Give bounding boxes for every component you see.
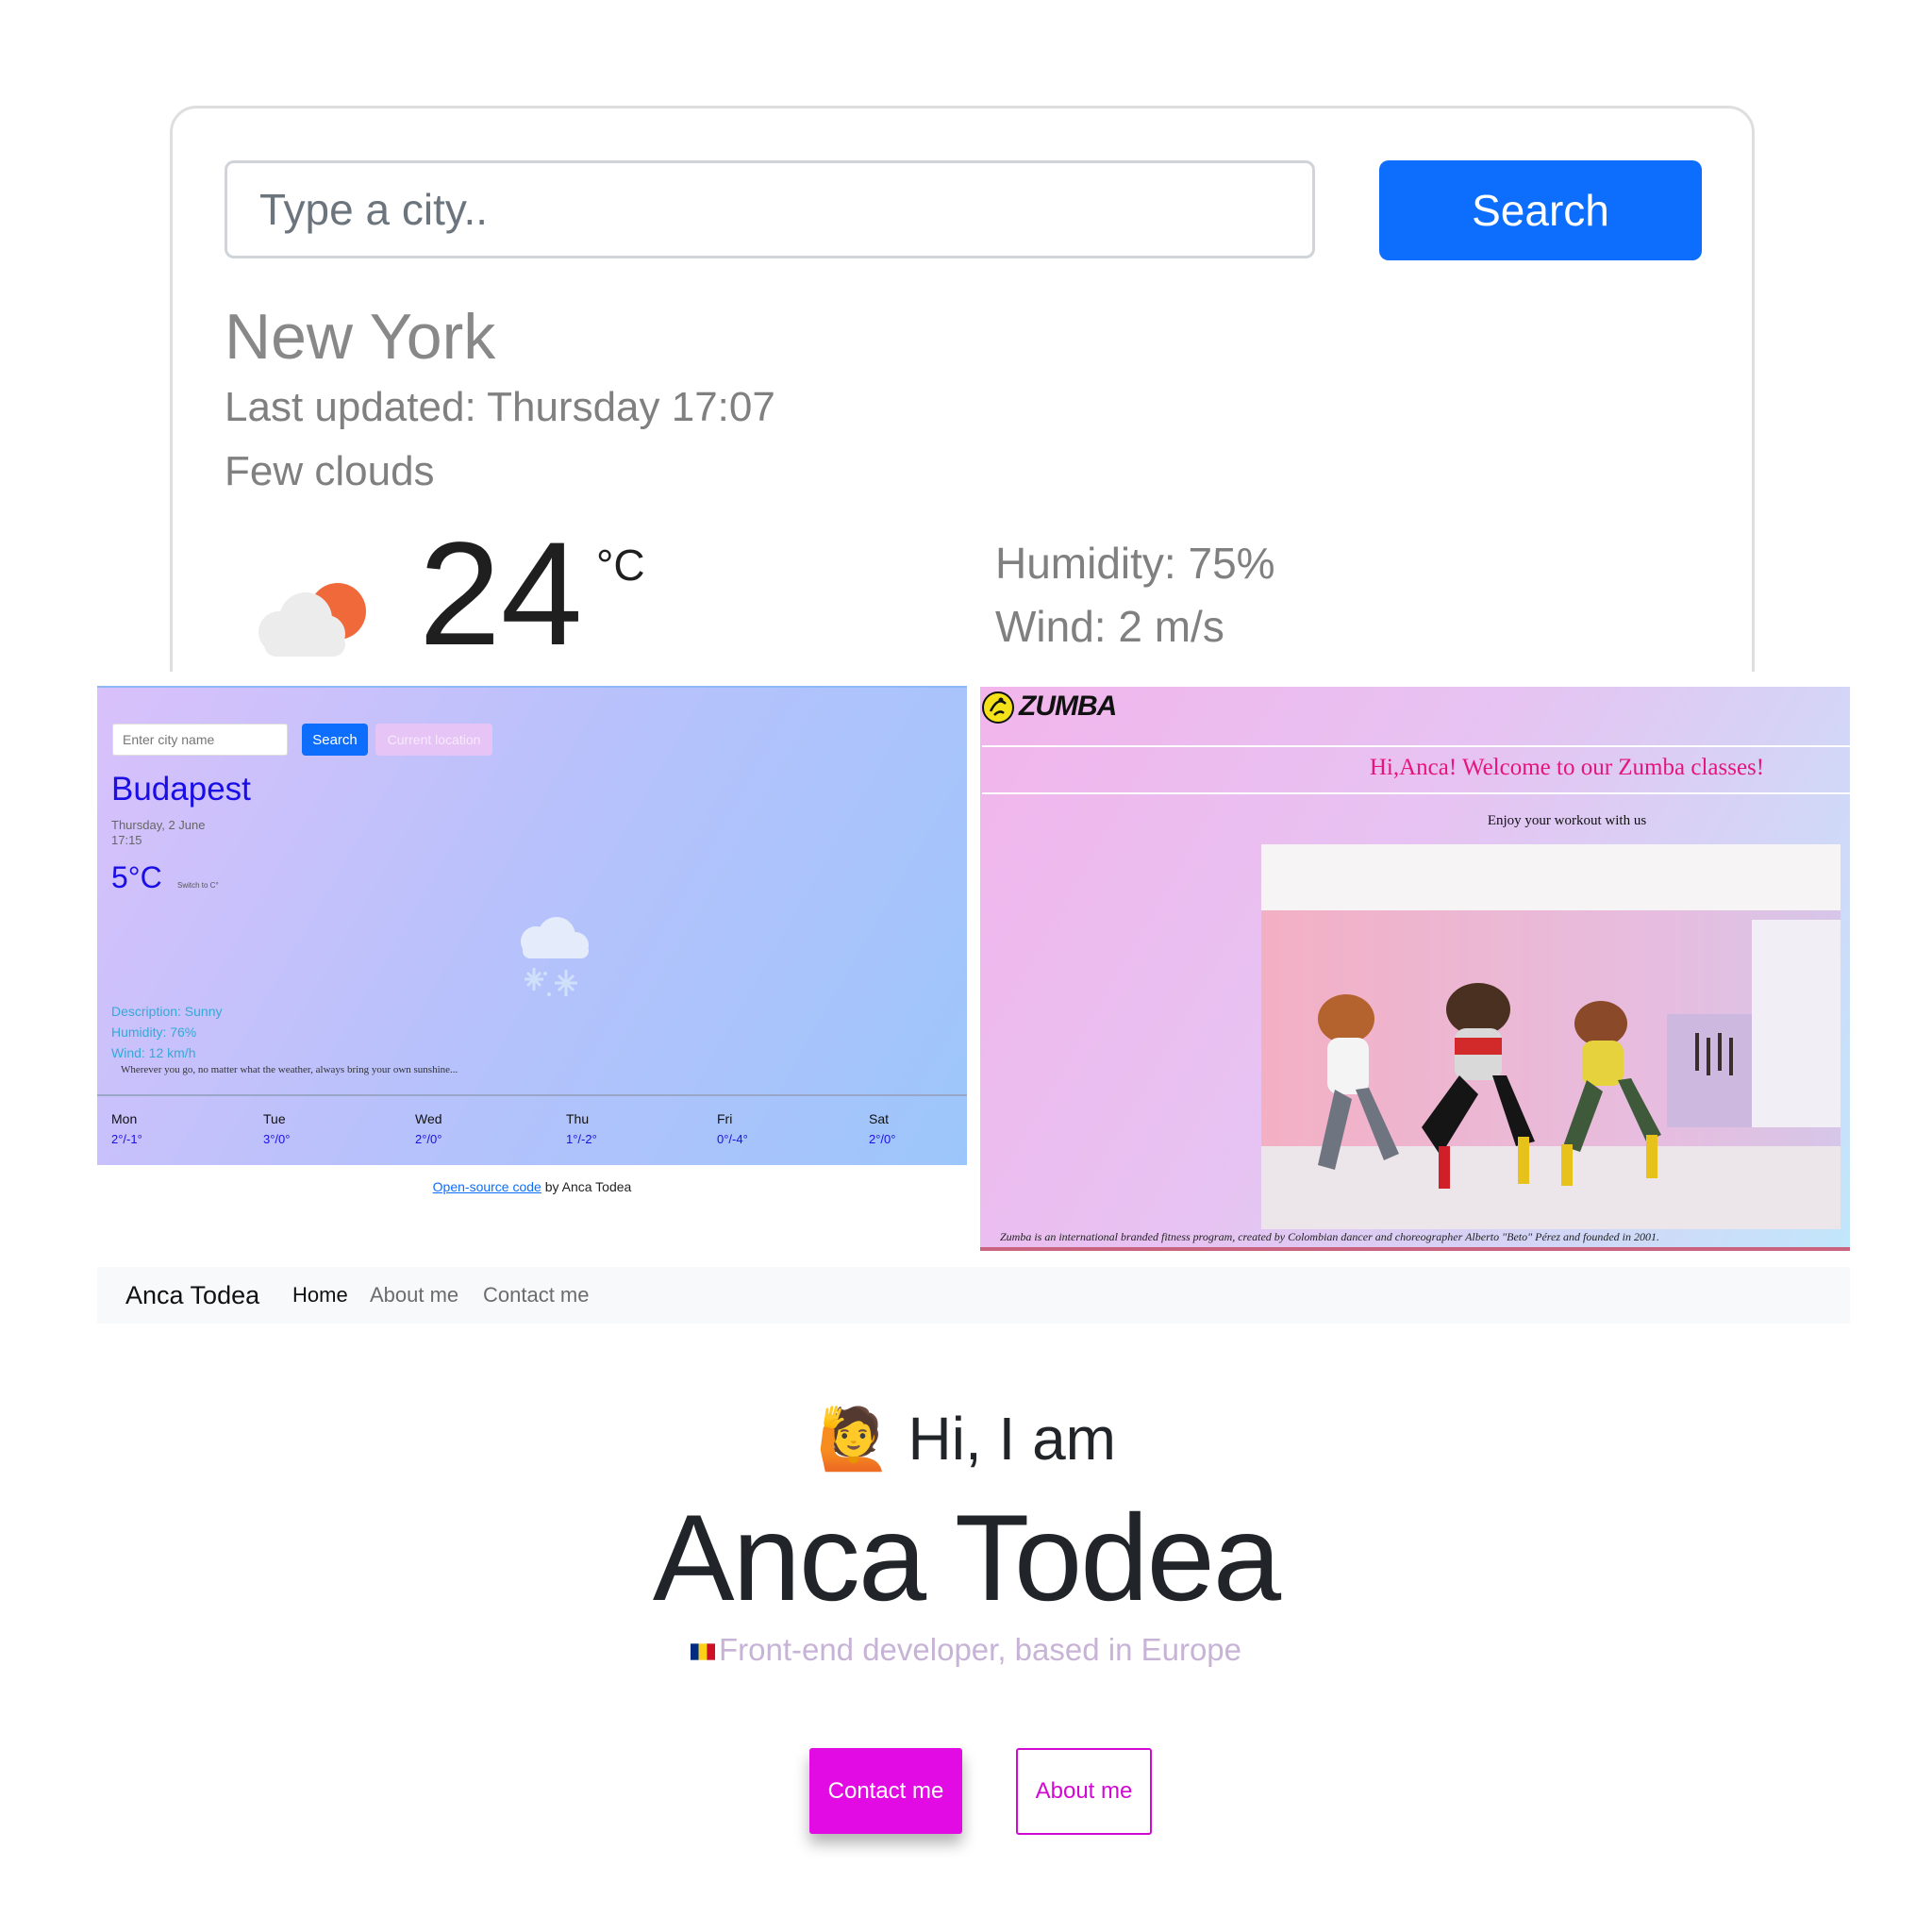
- snow-cloud-icon: [521, 917, 589, 996]
- contact-me-button[interactable]: Contact me: [809, 1748, 962, 1834]
- raising-hand-icon: 🙋: [816, 1405, 891, 1473]
- forecast-temp: 2°/-1°: [111, 1132, 142, 1146]
- partly-cloudy-icon: [258, 583, 366, 657]
- zumba-welcome: Hi,Anca! Welcome to our Zumba classes!: [1369, 755, 1765, 780]
- zumba-enjoy-text: Enjoy your workout with us: [1487, 813, 1647, 828]
- switch-unit-link[interactable]: Switch to C°: [177, 881, 219, 890]
- zumba-logo-icon: [982, 691, 1014, 724]
- forecast-divider: [97, 1094, 967, 1096]
- subtitle-text: Front-end developer, based in Europe: [718, 1632, 1242, 1667]
- forecast-day: Wed: [415, 1111, 442, 1126]
- about-me-button[interactable]: About me: [1016, 1748, 1152, 1835]
- budapest-quote: Wherever you go, no matter what the weat…: [121, 1064, 458, 1075]
- budapest-temperature: 5°C: [111, 860, 162, 894]
- navbar: [97, 1267, 1850, 1324]
- hero-subtitle: Front-end developer, based in Europe: [0, 1632, 1932, 1668]
- hero-name: Anca Todea: [652, 1489, 1281, 1626]
- forecast-temp: 2°/0°: [869, 1132, 896, 1146]
- current-location-button[interactable]: Current location: [375, 724, 492, 756]
- budapest-description: Description: Sunny: [111, 1004, 223, 1019]
- budapest-search-button[interactable]: Search: [302, 724, 368, 756]
- forecast-temp: 1°/-2°: [566, 1132, 597, 1146]
- navbar-brand[interactable]: Anca Todea: [125, 1274, 259, 1317]
- budapest-humidity: Humidity: 76%: [111, 1024, 197, 1040]
- romania-flag-icon: [690, 1643, 715, 1660]
- budapest-city-name: Budapest: [111, 771, 251, 808]
- last-updated: Last updated: Thursday 17:07: [225, 384, 775, 430]
- zumba-caption: Zumba is an international branded fitnes…: [1000, 1230, 1660, 1243]
- weather-description: Few clouds: [225, 448, 435, 494]
- nav-link-about[interactable]: About me: [370, 1274, 458, 1317]
- forecast-day: Tue: [263, 1111, 286, 1126]
- zumba-dancers-photo: [1261, 844, 1840, 1229]
- nav-link-contact[interactable]: Contact me: [483, 1274, 590, 1317]
- hero-greeting: 🙋 Hi, I am: [0, 1404, 1932, 1474]
- nav-link-home[interactable]: Home: [292, 1274, 348, 1317]
- forecast-temp: 3°/0°: [263, 1132, 291, 1146]
- budapest-wind: Wind: 12 km/h: [111, 1045, 196, 1060]
- search-button[interactable]: Search: [1379, 160, 1702, 260]
- city-name: New York: [225, 301, 496, 373]
- open-source-link[interactable]: Open-source code: [433, 1179, 541, 1194]
- budapest-footer: Open-source code by Anca Todea: [97, 1179, 967, 1194]
- budapest-date: Thursday, 2 June: [111, 818, 206, 832]
- greeting-text: Hi, I am: [908, 1405, 1116, 1473]
- humidity: Humidity: 75%: [995, 539, 1275, 588]
- forecast-temp: 2°/0°: [415, 1132, 442, 1146]
- budapest-time: 17:15: [111, 833, 142, 847]
- wind: Wind: 2 m/s: [995, 602, 1224, 651]
- temperature-value: 24: [419, 512, 583, 676]
- forecast-day: Fri: [717, 1111, 733, 1126]
- footer-author: by Anca Todea: [541, 1179, 632, 1194]
- city-search-input[interactable]: [225, 160, 1315, 258]
- zumba-logo-text: ZUMBA: [1019, 691, 1117, 722]
- forecast-day: Thu: [566, 1111, 590, 1126]
- temperature-unit: °C: [596, 541, 645, 590]
- forecast-day: Sat: [869, 1111, 890, 1126]
- forecast-day: Mon: [111, 1111, 138, 1126]
- forecast-temp: 0°/-4°: [717, 1132, 748, 1146]
- budapest-city-input[interactable]: [112, 724, 288, 756]
